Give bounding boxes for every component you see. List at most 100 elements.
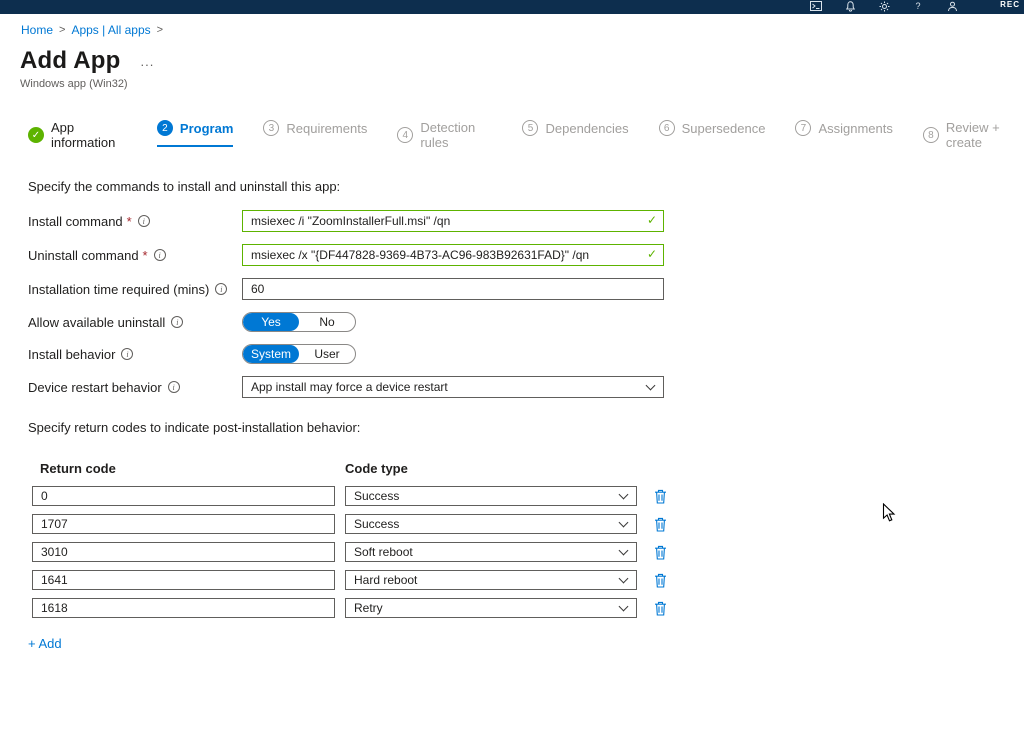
- page-title: Add App: [20, 47, 120, 75]
- step-label: Review + create: [946, 120, 1024, 150]
- breadcrumb-separator: >: [157, 24, 163, 36]
- return-code-input[interactable]: [32, 598, 335, 618]
- toggle-option-system[interactable]: System: [243, 345, 299, 363]
- trash-icon: [654, 517, 667, 532]
- installation-time-label: Installation time required (mins): [28, 282, 209, 297]
- chevron-down-icon: [619, 517, 629, 527]
- return-code-row: Success: [32, 514, 1024, 534]
- add-return-code-button[interactable]: + Add: [28, 636, 62, 651]
- return-code-row: Soft reboot: [32, 542, 1024, 562]
- step-label: Assignments: [818, 121, 892, 136]
- return-code-row: Retry: [32, 598, 1024, 618]
- return-code-input[interactable]: [32, 514, 335, 534]
- help-icon[interactable]: ?: [912, 1, 924, 13]
- step-assignments[interactable]: 7 Assignments: [795, 120, 892, 145]
- notifications-bell-icon[interactable]: [844, 1, 856, 13]
- delete-row-button[interactable]: [651, 571, 669, 589]
- info-icon[interactable]: [168, 381, 180, 393]
- return-codes-headers: Return code Code type: [40, 461, 1024, 476]
- install-behavior-label: Install behavior: [28, 347, 115, 362]
- step-label: Supersedence: [682, 121, 766, 136]
- chevron-down-icon: [646, 380, 656, 390]
- step-app-information[interactable]: App information: [28, 120, 127, 159]
- selected-value: Success: [354, 489, 399, 503]
- toggle-option-yes[interactable]: Yes: [243, 313, 299, 331]
- info-icon[interactable]: [138, 215, 150, 227]
- code-type-select[interactable]: Success: [345, 514, 637, 534]
- trash-icon: [654, 545, 667, 560]
- step-label: Detection rules: [420, 120, 492, 150]
- commands-intro-text: Specify the commands to install and unin…: [28, 179, 1024, 194]
- breadcrumb-home[interactable]: Home: [21, 23, 53, 37]
- settings-gear-icon[interactable]: [878, 1, 890, 13]
- return-code-input[interactable]: [32, 570, 335, 590]
- step-supersedence[interactable]: 6 Supersedence: [659, 120, 766, 145]
- required-marker: *: [127, 214, 132, 229]
- device-restart-behavior-select[interactable]: App install may force a device restart: [242, 376, 664, 398]
- step-label: Dependencies: [545, 121, 628, 136]
- toggle-option-user[interactable]: User: [299, 345, 355, 363]
- return-codes-intro-text: Specify return codes to indicate post-in…: [28, 420, 1024, 435]
- step-label: App information: [51, 120, 127, 150]
- allow-available-uninstall-row: Allow available uninstall Yes No: [28, 312, 1024, 332]
- topbar-icons: ?: [810, 1, 958, 13]
- chevron-down-icon: [619, 545, 629, 555]
- required-marker: *: [143, 248, 148, 263]
- delete-row-button[interactable]: [651, 487, 669, 505]
- code-type-column-header: Code type: [345, 461, 408, 476]
- toggle-option-no[interactable]: No: [299, 313, 355, 331]
- delete-row-button[interactable]: [651, 543, 669, 561]
- chevron-down-icon: [619, 573, 629, 583]
- delete-row-button[interactable]: [651, 515, 669, 533]
- step-detection-rules[interactable]: 4 Detection rules: [397, 120, 492, 159]
- step-dependencies[interactable]: 5 Dependencies: [522, 120, 628, 145]
- valid-check-icon: [647, 213, 657, 227]
- code-type-select[interactable]: Retry: [345, 598, 637, 618]
- selected-value: Retry: [354, 601, 383, 615]
- trash-icon: [654, 489, 667, 504]
- step-program[interactable]: 2 Program: [157, 120, 233, 147]
- installation-time-input[interactable]: [242, 278, 664, 300]
- step-label: Requirements: [286, 121, 367, 136]
- valid-check-icon: [647, 247, 657, 261]
- trash-icon: [654, 601, 667, 616]
- selected-value: App install may force a device restart: [251, 380, 448, 394]
- more-options-button[interactable]: ...: [140, 54, 154, 69]
- allow-available-uninstall-label: Allow available uninstall: [28, 315, 165, 330]
- wizard-steps: App information 2 Program 3 Requirements…: [28, 120, 1024, 159]
- step-requirements[interactable]: 3 Requirements: [263, 120, 367, 145]
- info-icon[interactable]: [215, 283, 227, 295]
- breadcrumb: Home > Apps | All apps >: [21, 23, 1024, 37]
- install-command-input[interactable]: [242, 210, 664, 232]
- cloud-shell-icon[interactable]: [810, 1, 822, 13]
- code-type-select[interactable]: Hard reboot: [345, 570, 637, 590]
- step-review-create[interactable]: 8 Review + create: [923, 120, 1024, 159]
- return-codes-table: Success Success Soft reboot: [32, 486, 1024, 618]
- return-code-column-header: Return code: [40, 461, 345, 476]
- return-code-input[interactable]: [32, 542, 335, 562]
- info-icon[interactable]: [154, 249, 166, 261]
- installation-time-row: Installation time required (mins): [28, 278, 1024, 300]
- allow-available-uninstall-toggle: Yes No: [242, 312, 356, 332]
- breadcrumb-separator: >: [59, 24, 65, 36]
- device-restart-behavior-row: Device restart behavior App install may …: [28, 376, 1024, 398]
- step-number-badge: 5: [522, 120, 538, 136]
- step-label: Program: [180, 121, 233, 136]
- step-number-badge: 2: [157, 120, 173, 136]
- code-type-select[interactable]: Success: [345, 486, 637, 506]
- info-icon[interactable]: [171, 316, 183, 328]
- delete-row-button[interactable]: [651, 599, 669, 617]
- device-restart-behavior-label: Device restart behavior: [28, 380, 162, 395]
- chevron-down-icon: [619, 601, 629, 611]
- trash-icon: [654, 573, 667, 588]
- return-code-row: Hard reboot: [32, 570, 1024, 590]
- person-account-icon[interactable]: [946, 1, 958, 13]
- uninstall-command-input[interactable]: [242, 244, 664, 266]
- install-command-label: Install command: [28, 214, 123, 229]
- return-code-input[interactable]: [32, 486, 335, 506]
- breadcrumb-apps-all-apps[interactable]: Apps | All apps: [71, 23, 150, 37]
- code-type-select[interactable]: Soft reboot: [345, 542, 637, 562]
- info-icon[interactable]: [121, 348, 133, 360]
- install-behavior-toggle: System User: [242, 344, 356, 364]
- chevron-down-icon: [619, 489, 629, 499]
